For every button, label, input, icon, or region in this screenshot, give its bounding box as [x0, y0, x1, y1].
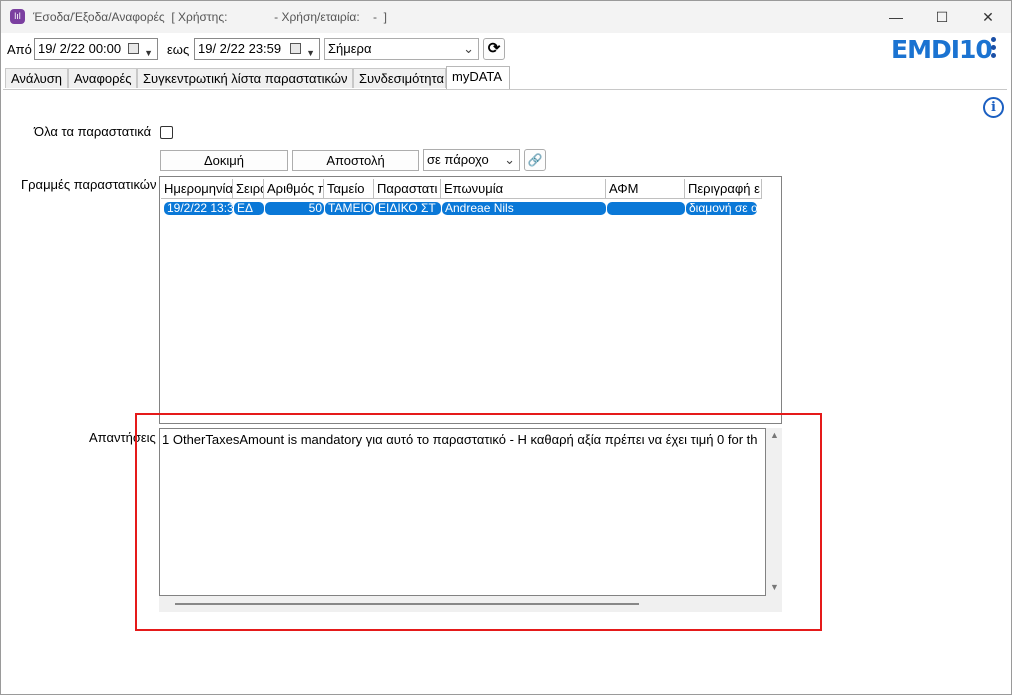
all-docs-checkbox[interactable] — [160, 126, 173, 139]
chevron-down-icon: ⌄ — [463, 41, 474, 56]
period-value: Σήμερα — [328, 41, 372, 56]
table-cell[interactable]: διαμονή σε ο — [686, 202, 757, 215]
provider-select[interactable]: σε πάροχο ⌄ — [423, 149, 520, 171]
title-bar[interactable]: lıl Έσοδα/Έξοδα/Αναφορές [ Χρήστης: - Χρ… — [1, 1, 1011, 33]
column-header[interactable]: Ημερομηνία — [161, 179, 233, 199]
tab-analysis[interactable]: Ανάλυση — [5, 68, 68, 88]
window-title: Έσοδα/Έξοδα/Αναφορές [ Χρήστης: - Χρήση/… — [33, 10, 387, 24]
doc-lines-label: Γραμμές παραστατικών — [21, 177, 157, 192]
provider-value: σε πάροχο — [427, 152, 489, 167]
column-header[interactable]: Ταμείο — [324, 179, 374, 199]
test-button[interactable]: Δοκιμή — [160, 150, 288, 171]
table-cell[interactable]: Andreae Nils — [442, 202, 606, 215]
tab-reports[interactable]: Αναφορές — [68, 68, 137, 88]
highlight-box — [135, 413, 822, 631]
send-button[interactable]: Αποστολή — [292, 150, 419, 171]
info-icon[interactable]: i — [983, 97, 1004, 118]
dropdown-arrow-icon: ▼ — [306, 48, 315, 58]
table-cell[interactable]: 50 — [265, 202, 324, 215]
tab-summary-list[interactable]: Συγκεντρωτική λίστα παραστατικών — [137, 68, 353, 88]
column-header[interactable]: Παραστατι — [374, 179, 441, 199]
doc-lines-grid[interactable]: Ημερομηνία Σειρά Αριθμός π Ταμείο Παραστ… — [159, 176, 782, 424]
calendar-icon — [128, 43, 139, 54]
refresh-icon: ⟳ — [487, 40, 501, 57]
minimize-button[interactable]: — — [873, 1, 919, 33]
to-label: εως — [167, 42, 190, 57]
calendar-icon — [290, 43, 301, 54]
refresh-button[interactable]: ⟳ — [483, 38, 505, 60]
from-label: Από — [7, 42, 32, 57]
tab-panel-border — [3, 89, 1007, 90]
table-cell[interactable] — [607, 202, 685, 215]
to-date-value: 19/ 2/22 23:59 — [198, 41, 282, 56]
from-date-value: 19/ 2/22 00:00 — [38, 41, 122, 56]
column-header[interactable]: Αριθμός π — [264, 179, 324, 199]
app-window: lıl Έσοδα/Έξοδα/Αναφορές [ Χρήστης: - Χρ… — [0, 0, 1012, 695]
period-select[interactable]: Σήμερα ⌄ — [324, 38, 479, 60]
emdi10-logo: EMDI10 — [891, 35, 993, 64]
column-header[interactable]: Επωνυμία — [441, 179, 606, 199]
table-cell[interactable]: ΕΙΔΙΚΟ ΣΤ — [375, 202, 441, 215]
app-chart-icon: lıl — [10, 9, 25, 24]
to-date-picker[interactable]: 19/ 2/22 23:59 ▼ — [194, 38, 320, 60]
column-header[interactable]: ΑΦΜ — [606, 179, 685, 199]
column-header[interactable]: Σειρά — [233, 179, 264, 199]
all-docs-label: Όλα τα παραστατικά — [34, 124, 152, 139]
table-cell[interactable]: ΤΑΜΕΙΟ — [325, 202, 374, 215]
from-date-picker[interactable]: 19/ 2/22 00:00 ▼ — [34, 38, 158, 60]
tab-mydata[interactable]: myDATA — [446, 66, 510, 89]
table-cell[interactable]: ΕΔ — [234, 202, 264, 215]
maximize-button[interactable]: ☐ — [919, 1, 965, 33]
table-cell[interactable]: 19/2/22 13:3 — [164, 202, 233, 215]
chevron-down-icon: ⌄ — [504, 152, 515, 167]
link-icon: 🔗 — [527, 153, 543, 167]
column-header[interactable]: Περιγραφή ε — [685, 179, 762, 199]
tab-connectivity[interactable]: Συνδεσιμότητα — [353, 68, 446, 88]
more-options-icon[interactable] — [989, 37, 997, 61]
link-button[interactable]: 🔗 — [524, 149, 546, 171]
dropdown-arrow-icon: ▼ — [144, 48, 153, 58]
close-button[interactable]: ✕ — [965, 1, 1011, 33]
